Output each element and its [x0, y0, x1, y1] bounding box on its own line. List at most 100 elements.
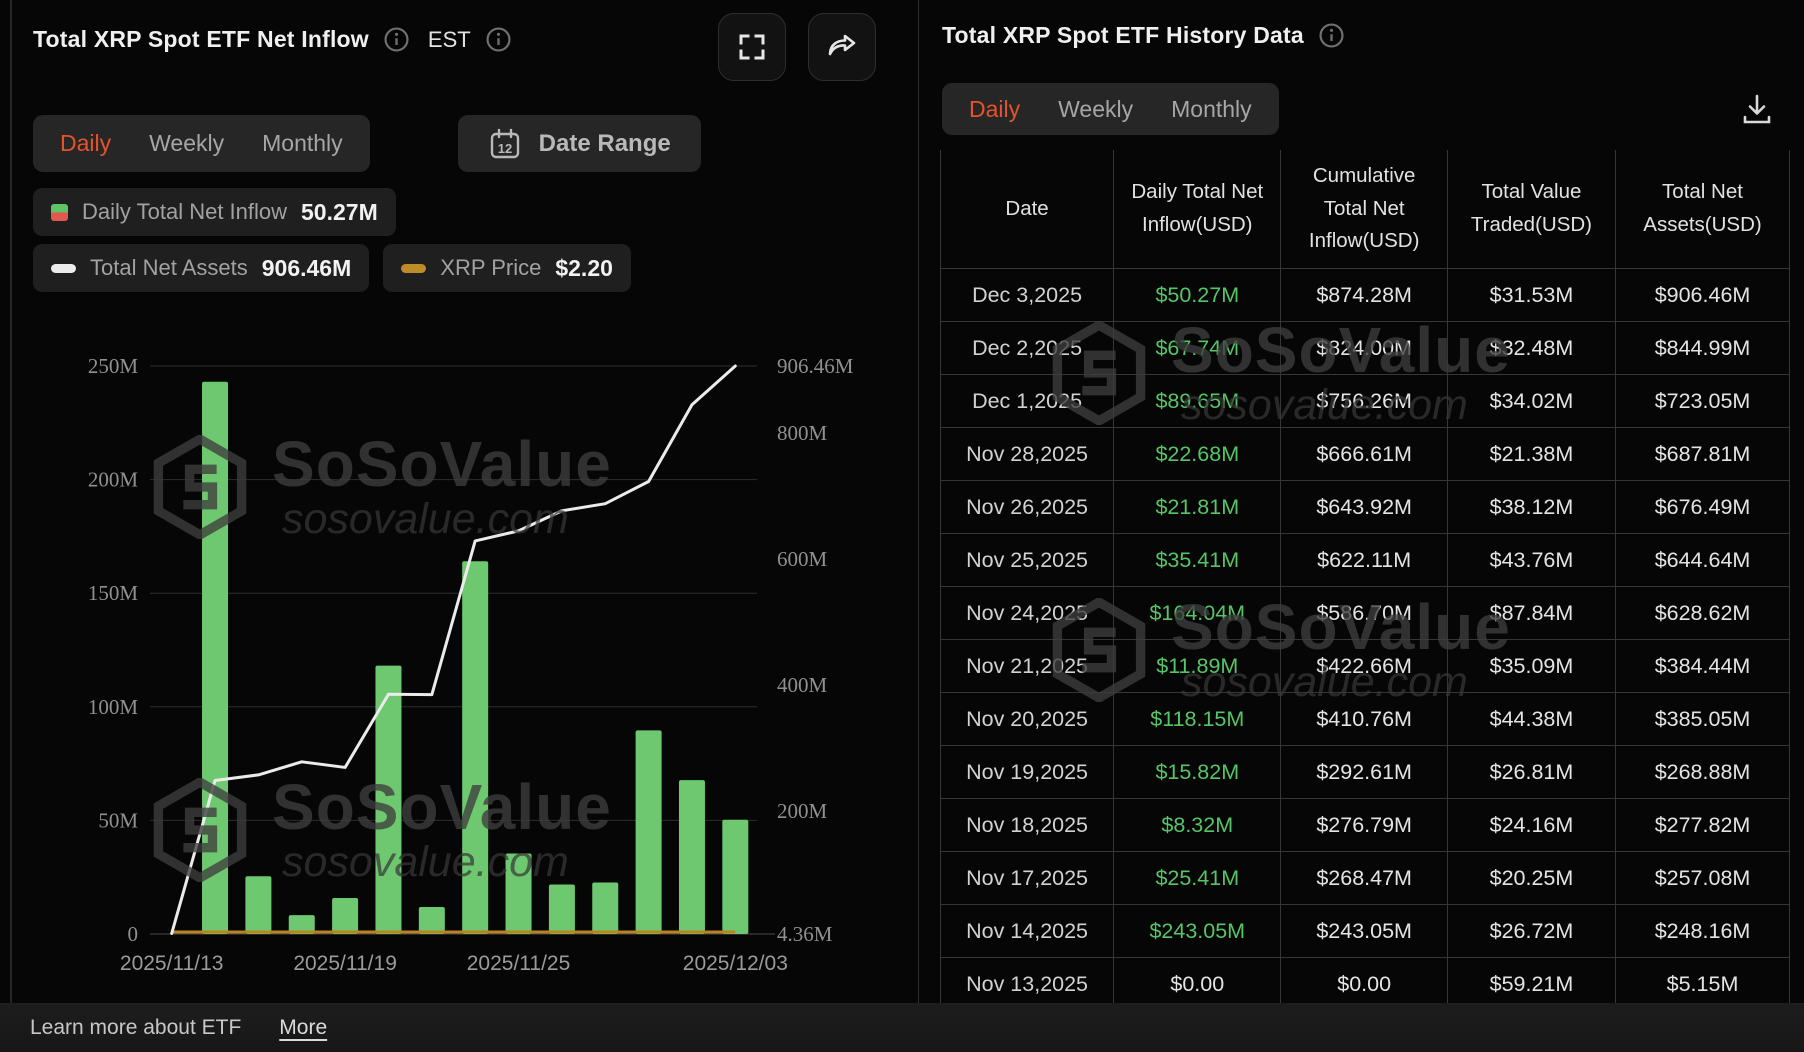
svg-text:0: 0 — [128, 922, 139, 946]
history-tab-monthly[interactable]: Monthly — [1171, 96, 1252, 123]
date-range-label: Date Range — [539, 130, 671, 158]
table-row: Nov 17,2025$25.41M$268.47M$20.25M$257.08… — [941, 852, 1790, 905]
cell-traded: $32.48M — [1447, 322, 1615, 375]
table-row: Nov 20,2025$118.15M$410.76M$44.38M$385.0… — [941, 693, 1790, 746]
cell-cum: $276.79M — [1281, 799, 1447, 852]
history-period-tabs: Daily Weekly Monthly — [942, 83, 1279, 135]
legend-value: $2.20 — [555, 255, 613, 282]
legend-daily-net-inflow[interactable]: Daily Total Net Inflow 50.27M — [33, 188, 396, 236]
cell-assets: $676.49M — [1616, 481, 1790, 534]
cell-inflow: $89.65M — [1114, 375, 1281, 428]
table-row: Nov 21,2025$11.89M$422.66M$35.09M$384.44… — [941, 640, 1790, 693]
table-row: Nov 19,2025$15.82M$292.61M$26.81M$268.88… — [941, 746, 1790, 799]
net-inflow-chart[interactable]: 050M100M150M200M250M4.36M200M400M600M800… — [30, 330, 890, 990]
cell-inflow: $50.27M — [1114, 269, 1281, 322]
cell-inflow: $15.82M — [1114, 746, 1281, 799]
cell-date: Nov 17,2025 — [941, 852, 1114, 905]
cell-traded: $35.09M — [1447, 640, 1615, 693]
cell-assets: $248.16M — [1616, 905, 1790, 958]
period-tabs: Daily Weekly Monthly — [33, 115, 370, 172]
cell-traded: $26.72M — [1447, 905, 1615, 958]
cell-cum: $824.00M — [1281, 322, 1447, 375]
net-inflow-panel: Total XRP Spot ETF Net Inflow EST Daily — [30, 0, 918, 1003]
cell-traded: $43.76M — [1447, 534, 1615, 587]
cell-inflow: $11.89M — [1114, 640, 1281, 693]
cell-traded: $24.16M — [1447, 799, 1615, 852]
cell-inflow: $8.32M — [1114, 799, 1281, 852]
cell-date: Nov 25,2025 — [941, 534, 1114, 587]
history-title: Total XRP Spot ETF History Data — [942, 22, 1304, 49]
svg-text:2025/12/03: 2025/12/03 — [683, 952, 788, 975]
cell-traded: $44.38M — [1447, 693, 1615, 746]
cell-assets: $628.62M — [1616, 587, 1790, 640]
table-row: Dec 2,2025$67.74M$824.00M$32.48M$844.99M — [941, 322, 1790, 375]
fullscreen-button[interactable] — [718, 13, 786, 81]
cell-traded: $31.53M — [1447, 269, 1615, 322]
svg-text:600M: 600M — [777, 547, 828, 571]
share-button[interactable] — [808, 13, 876, 81]
chart-toolbar — [718, 13, 876, 81]
table-row: Nov 28,2025$22.68M$666.61M$21.38M$687.81… — [941, 428, 1790, 481]
cell-traded: $38.12M — [1447, 481, 1615, 534]
assets-legend-icon — [51, 264, 76, 273]
legend-row-1: Daily Total Net Inflow 50.27M — [33, 188, 396, 236]
calendar-icon: 12 — [488, 127, 522, 161]
cell-date: Nov 14,2025 — [941, 905, 1114, 958]
chart-controls: Daily Weekly Monthly 12 Date Range — [33, 115, 701, 172]
cell-assets: $644.64M — [1616, 534, 1790, 587]
table-row: Nov 26,2025$21.81M$643.92M$38.12M$676.49… — [941, 481, 1790, 534]
calendar-day-label: 12 — [497, 141, 511, 156]
cell-cum: $586.70M — [1281, 587, 1447, 640]
history-tab-weekly[interactable]: Weekly — [1058, 96, 1133, 123]
history-period-tabs-wrap: Daily Weekly Monthly — [942, 83, 1279, 135]
tab-monthly[interactable]: Monthly — [262, 130, 343, 157]
legend-xrp-price[interactable]: XRP Price $2.20 — [383, 244, 631, 292]
tab-weekly[interactable]: Weekly — [149, 130, 224, 157]
cell-assets: $277.82M — [1616, 799, 1790, 852]
cell-inflow: $243.05M — [1114, 905, 1281, 958]
legend-label: XRP Price — [440, 255, 541, 281]
cell-traded: $20.25M — [1447, 852, 1615, 905]
timezone-info-icon[interactable] — [486, 27, 511, 52]
date-range-button[interactable]: 12 Date Range — [458, 115, 701, 172]
legend-row-2: Total Net Assets 906.46M XRP Price $2.20 — [33, 244, 631, 292]
legend-label: Total Net Assets — [90, 255, 248, 281]
footer-more-link[interactable]: More — [279, 1016, 327, 1040]
svg-text:2025/11/19: 2025/11/19 — [293, 952, 397, 975]
fullscreen-icon — [737, 32, 767, 62]
cell-inflow: $21.81M — [1114, 481, 1281, 534]
svg-text:4.36M: 4.36M — [777, 922, 833, 946]
cell-date: Dec 1,2025 — [941, 375, 1114, 428]
table-row: Dec 3,2025$50.27M$874.28M$31.53M$906.46M — [941, 269, 1790, 322]
cell-traded: $21.38M — [1447, 428, 1615, 481]
cell-date: Dec 2,2025 — [941, 322, 1114, 375]
legend-label: Daily Total Net Inflow — [82, 199, 287, 225]
cell-cum: $622.11M — [1281, 534, 1447, 587]
download-button[interactable] — [1734, 86, 1780, 132]
cell-traded: $87.84M — [1447, 587, 1615, 640]
svg-text:150M: 150M — [88, 581, 139, 605]
col-header-daily-inflow: Daily Total Net Inflow(USD) — [1114, 150, 1281, 269]
svg-text:100M: 100M — [88, 695, 139, 719]
share-icon — [826, 31, 858, 63]
table-row: Nov 14,2025$243.05M$243.05M$26.72M$248.1… — [941, 905, 1790, 958]
cell-inflow: $25.41M — [1114, 852, 1281, 905]
cell-date: Nov 21,2025 — [941, 640, 1114, 693]
page-title: Total XRP Spot ETF Net Inflow — [33, 26, 369, 53]
cell-traded: $26.81M — [1447, 746, 1615, 799]
svg-text:250M: 250M — [88, 354, 139, 378]
history-table-wrap: Date Daily Total Net Inflow(USD) Cumulat… — [940, 150, 1790, 1011]
info-icon[interactable] — [384, 27, 409, 52]
cell-assets: $385.05M — [1616, 693, 1790, 746]
col-header-cumulative-inflow: Cumulative Total Net Inflow(USD) — [1281, 150, 1447, 269]
tab-daily[interactable]: Daily — [60, 130, 111, 157]
history-tab-daily[interactable]: Daily — [969, 96, 1020, 123]
cell-traded: $34.02M — [1447, 375, 1615, 428]
inflow-legend-icon — [51, 204, 68, 221]
legend-total-net-assets[interactable]: Total Net Assets 906.46M — [33, 244, 369, 292]
history-table-body: Dec 3,2025$50.27M$874.28M$31.53M$906.46M… — [941, 269, 1790, 1011]
cell-cum: $422.66M — [1281, 640, 1447, 693]
svg-text:906.46M: 906.46M — [777, 354, 854, 378]
history-info-icon[interactable] — [1319, 23, 1344, 48]
legend-value: 906.46M — [262, 255, 352, 282]
